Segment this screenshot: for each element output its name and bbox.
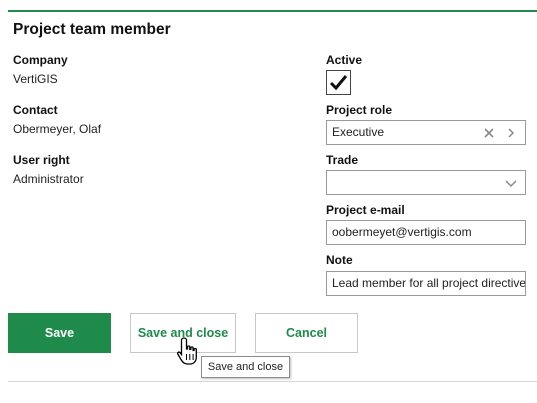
cancel-button[interactable]: Cancel: [255, 313, 358, 353]
company-label: Company: [13, 53, 68, 67]
active-checkbox[interactable]: [326, 70, 351, 95]
user-right-value: Administrator: [13, 172, 84, 186]
hand-pointer-icon: [176, 337, 197, 365]
clear-x-icon[interactable]: [481, 121, 497, 144]
check-icon: [329, 75, 348, 91]
project-role-select[interactable]: Executive: [326, 120, 526, 145]
trade-select[interactable]: [326, 170, 526, 195]
contact-label: Contact: [13, 103, 58, 117]
save-button[interactable]: Save: [8, 313, 111, 353]
user-right-label: User right: [13, 153, 70, 167]
trade-label: Trade: [326, 153, 359, 167]
project-email-label: Project e-mail: [326, 203, 405, 217]
footer-divider: [8, 381, 537, 382]
chevron-down-icon[interactable]: [503, 171, 519, 194]
header-divider: [8, 10, 537, 12]
note-label: Note: [326, 253, 353, 267]
project-role-value: Executive: [332, 125, 385, 139]
chevron-right-icon[interactable]: [503, 121, 519, 144]
company-value: VertiGIS: [13, 72, 58, 86]
save-and-close-tooltip: Save and close: [201, 356, 290, 378]
dialog-title: Project team member: [13, 21, 171, 38]
project-role-label: Project role: [326, 103, 393, 117]
contact-value: Obermeyer, Olaf: [13, 122, 102, 136]
project-email-input[interactable]: oobermeyet@vertigis.com: [326, 220, 526, 245]
note-input[interactable]: Lead member for all project directives: [326, 271, 526, 296]
active-label: Active: [326, 53, 363, 67]
